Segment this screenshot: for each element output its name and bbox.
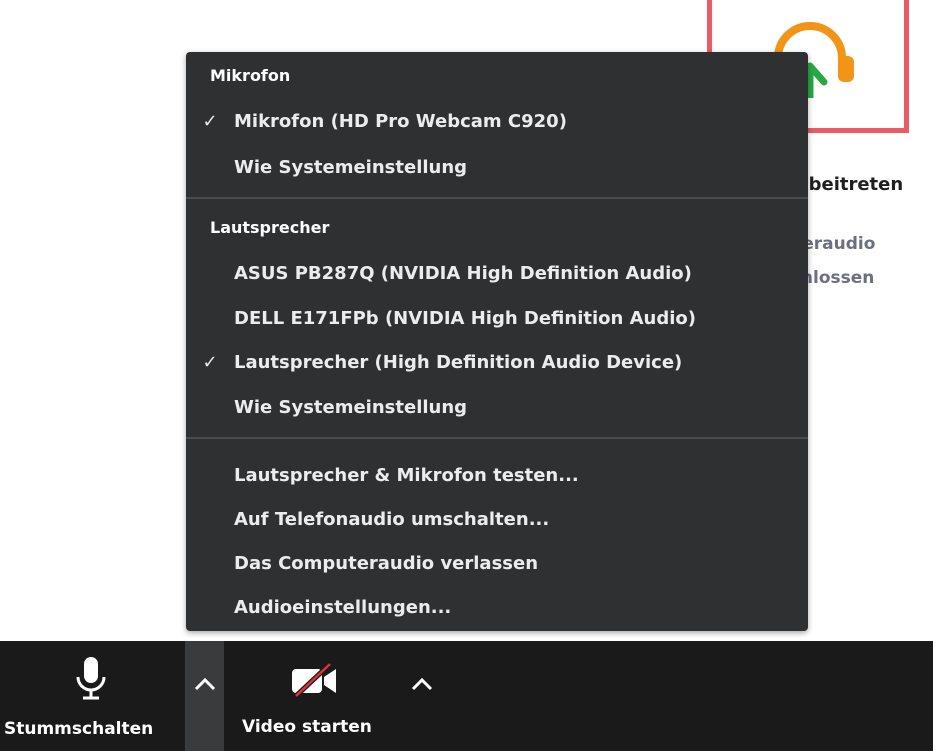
checkmark-icon: ✓: [202, 352, 218, 373]
menu-item-label: ASUS PB287Q (NVIDIA High Definition Audi…: [234, 263, 692, 284]
menu-item-label: Audioeinstellungen...: [234, 597, 452, 618]
mute-label: Stummschalten: [4, 719, 154, 739]
menu-item-audio-settings[interactable]: Audioeinstellungen...: [186, 588, 808, 628]
menu-item-speaker-hd-audio-device[interactable]: ✓ Lautsprecher (High Definition Audio De…: [186, 343, 808, 383]
menu-item-label: Wie Systemeinstellung: [234, 397, 468, 418]
menu-item-leave-computer-audio[interactable]: Das Computeraudio verlassen: [186, 544, 808, 584]
meeting-toolbar: Stummschalten Video starten: [0, 641, 933, 751]
menu-item-label: Lautsprecher & Mikrofon testen...: [234, 465, 579, 486]
menu-item-label: Lautsprecher (High Definition Audio Devi…: [234, 352, 683, 373]
audio-options-menu: Mikrofon ✓ Mikrofon (HD Pro Webcam C920)…: [186, 52, 808, 631]
menu-item-speaker-dell[interactable]: DELL E171FPb (NVIDIA High Definition Aud…: [186, 299, 808, 339]
chevron-up-icon: [411, 677, 433, 691]
menu-item-test-speaker-mic[interactable]: Lautsprecher & Mikrofon testen...: [186, 456, 808, 496]
microphone-section-heading: Mikrofon: [210, 66, 291, 85]
menu-item-microphone-system-default[interactable]: Wie Systemeinstellung: [186, 148, 808, 188]
menu-item-label: Mikrofon (HD Pro Webcam C920): [234, 111, 567, 132]
menu-item-switch-to-phone-audio[interactable]: Auf Telefonaudio umschalten...: [186, 500, 808, 540]
video-options-caret-button[interactable]: [402, 641, 442, 751]
chevron-up-icon: [194, 677, 216, 691]
microphone-icon: [76, 657, 106, 700]
menu-item-label: Wie Systemeinstellung: [234, 157, 468, 178]
start-video-button[interactable]: Video starten: [228, 641, 398, 751]
menu-item-speaker-system-default[interactable]: Wie Systemeinstellung: [186, 388, 808, 428]
checkmark-icon: ✓: [202, 111, 218, 132]
mute-button[interactable]: Stummschalten: [0, 641, 184, 751]
menu-item-label: Das Computeraudio verlassen: [234, 553, 539, 574]
menu-item-speaker-asus[interactable]: ASUS PB287Q (NVIDIA High Definition Audi…: [186, 254, 808, 294]
speaker-section-heading: Lautsprecher: [210, 218, 330, 237]
menu-item-microphone-hd-pro-webcam[interactable]: ✓ Mikrofon (HD Pro Webcam C920): [186, 102, 808, 142]
menu-divider: [186, 437, 808, 439]
video-off-icon: [292, 663, 336, 697]
menu-item-label: Auf Telefonaudio umschalten...: [234, 509, 550, 530]
audio-options-caret-button[interactable]: [185, 641, 224, 751]
menu-item-label: DELL E171FPb (NVIDIA High Definition Aud…: [234, 308, 696, 329]
menu-divider: [186, 197, 808, 199]
start-video-label: Video starten: [242, 717, 372, 737]
